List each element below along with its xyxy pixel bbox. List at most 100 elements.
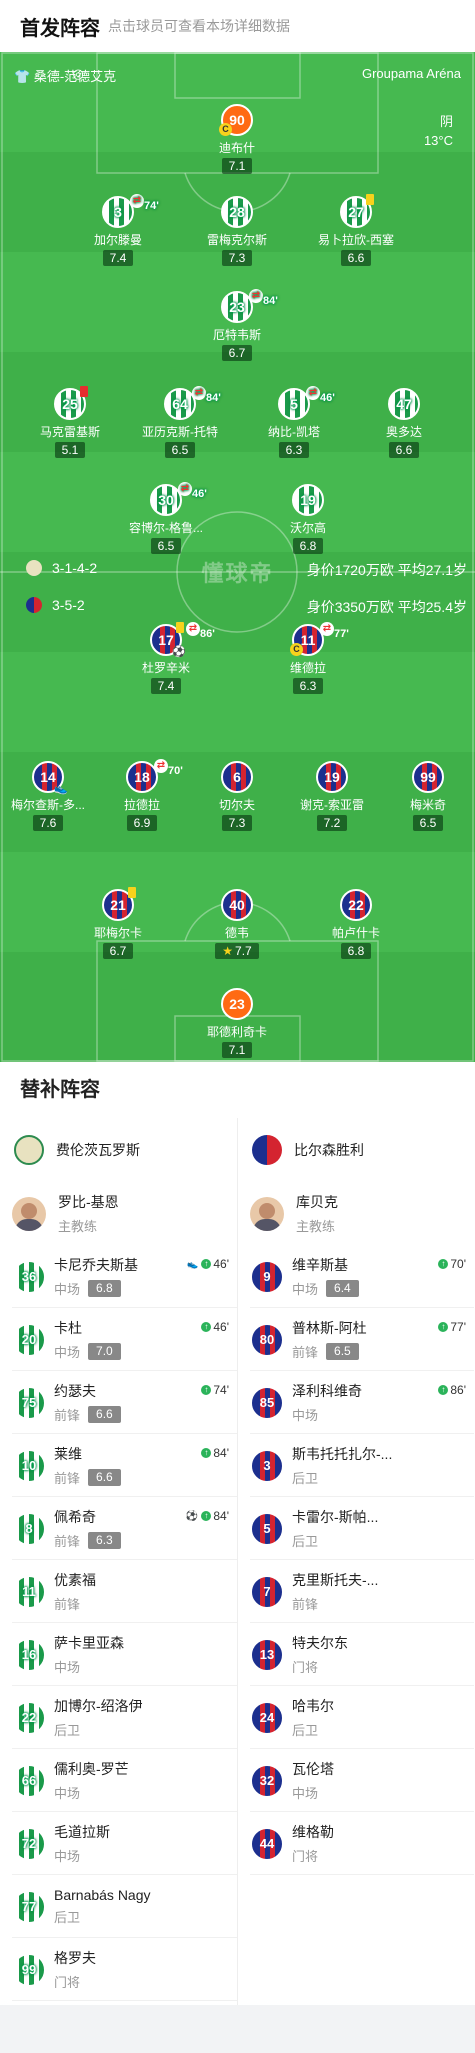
away-sub-row[interactable]: 85 泽利科维奇 中场 ↑ 86'	[238, 1371, 474, 1434]
sub-player-name: 萨卡里亚森	[54, 1635, 124, 1651]
home-player-4[interactable]: 23 ⇄ 84' 厄特韦斯 6.7	[177, 289, 297, 362]
away-player-7[interactable]: 21 耶梅尔卡 6.7	[58, 887, 178, 960]
home-player-2[interactable]: 28 雷梅克尔斯 7.3	[177, 196, 297, 267]
jersey-number: 11	[12, 1574, 46, 1609]
sub-out-time: 84'	[263, 295, 278, 307]
sub-out-time: 46'	[192, 488, 207, 500]
away-sub-row[interactable]: 24 哈韦尔 后卫	[238, 1686, 474, 1749]
sub-in-time: 70'	[450, 1257, 466, 1271]
shirt-icon: 👕	[14, 69, 31, 84]
away-sub-row[interactable]: 9 维辛斯基 中场 6.4 ↑ 70'	[238, 1245, 474, 1308]
home-team-logo-icon	[14, 1135, 44, 1165]
player-rating: 7.6	[32, 815, 64, 831]
away-sub-row[interactable]: 7 克里斯托夫-... 前锋	[238, 1560, 474, 1623]
jersey-number: 75	[12, 1385, 46, 1420]
away-sub-row[interactable]: 32 瓦伦塔 中场	[238, 1749, 474, 1812]
jersey-number: 99	[12, 1952, 46, 1987]
player-name: 耶德利奇卡	[206, 1025, 267, 1039]
sub-in-time: 86'	[450, 1383, 466, 1397]
home-sub-row[interactable]: 16 萨卡里亚森 中场	[0, 1623, 237, 1686]
home-sub-row[interactable]: 36 卡尼乔夫斯基 中场 6.8 👟 ↑ 46'	[0, 1245, 237, 1308]
home-sub-row[interactable]: 72 毛道拉斯 中场	[0, 1812, 237, 1875]
jersey-number: 66	[12, 1763, 46, 1798]
jersey-number: 32	[250, 1763, 284, 1798]
sub-player-position: 前锋	[292, 1345, 319, 1360]
home-player-7[interactable]: 5 ⇄ 46' 纳比-凯塔 6.3	[234, 386, 354, 459]
home-player-8[interactable]: 47 奥多达 6.6	[344, 388, 464, 459]
jersey-number: 6	[221, 761, 253, 793]
yellow-card-icon	[128, 887, 136, 898]
away-sub-row[interactable]: 13 特夫尔东 门将	[238, 1623, 474, 1686]
jersey-number: 28	[221, 196, 253, 228]
home-player-9[interactable]: 30 ⇄ 46' 容博尔-格鲁... 6.5	[106, 482, 226, 555]
sub-player-rating: 7.0	[88, 1343, 121, 1360]
away-sub-row[interactable]: 44 维格勒 门将	[238, 1812, 474, 1875]
home-sub-row[interactable]: 10 莱维 前锋 6.6 ↑ 84'	[0, 1434, 237, 1497]
sub-player-name: 儒利奥-罗芒	[54, 1761, 129, 1777]
away-sub-row[interactable]: 80 普林斯-阿杜 前锋 6.5 ↑ 77'	[238, 1308, 474, 1371]
sub-player-rating: 6.6	[88, 1469, 121, 1486]
away-sub-row[interactable]: 3 斯韦托托扎尔-... 后卫	[238, 1434, 474, 1497]
home-sub-row[interactable]: 99 格罗夫 门将	[0, 1938, 237, 2001]
player-rating: ★ 7.7	[215, 943, 259, 959]
sub-player-position: 门将	[54, 1975, 81, 1990]
sub-out-time: 84'	[206, 392, 221, 404]
jersey-number: 23	[221, 988, 253, 1020]
away-player-10[interactable]: 23 耶德利奇卡 7.1	[177, 988, 297, 1059]
home-subs-column: 费伦茨瓦罗斯 罗比-基恩 主教练 36 卡尼乔夫斯基 中场 6.8 👟 ↑ 46' 20 卡杜中…	[0, 1118, 237, 2005]
coach-avatar	[12, 1196, 46, 1231]
home-player-0[interactable]: 90 C 迪布什 7.1	[177, 104, 297, 175]
home-player-5[interactable]: 25 马克雷基斯 5.1	[10, 386, 130, 459]
sub-in-time: 46'	[213, 1320, 229, 1334]
captain-icon: C	[290, 643, 303, 656]
home-sub-row[interactable]: 11 优素福 前锋	[0, 1560, 237, 1623]
home-player-6[interactable]: 64 ⇄ 84' 亚历克斯-托特 6.5	[120, 386, 240, 459]
sub-in-icon: ↑	[201, 1448, 212, 1458]
stadium-icon: ◎	[72, 66, 84, 81]
player-name: 梅米奇	[409, 798, 446, 812]
home-sub-row[interactable]: 77 Barnabás Nagy 后卫	[0, 1875, 237, 1938]
away-player-1[interactable]: 11 ⇄ 77' C 维德拉 6.3	[248, 622, 368, 695]
home-player-10[interactable]: 19 沃尔高 6.8	[248, 484, 368, 555]
home-coach-row[interactable]: 罗比-基恩 主教练	[0, 1182, 237, 1245]
red-card-icon	[80, 386, 88, 397]
sub-out-time: 46'	[320, 392, 335, 404]
away-coach-row[interactable]: 库贝克 主教练	[238, 1182, 474, 1245]
jersey-number: 8	[12, 1511, 46, 1546]
sub-player-position: 后卫	[292, 1723, 319, 1738]
home-sub-row[interactable]: 20 卡杜 中场 7.0 ↑ 46'	[0, 1308, 237, 1371]
jersey-number: 64 ⇄ 84'	[164, 386, 221, 420]
home-team-row[interactable]: 费伦茨瓦罗斯	[0, 1118, 237, 1182]
away-player-8[interactable]: 40 德韦 ★ 7.7	[177, 889, 297, 960]
jersey-number: 40	[221, 889, 253, 921]
home-sub-row[interactable]: 22 加博尔-绍洛伊 后卫	[0, 1686, 237, 1749]
home-sub-row[interactable]: 66 儒利奥-罗芒 中场	[0, 1749, 237, 1812]
away-team-row[interactable]: 比尔森胜利	[238, 1118, 474, 1182]
sub-player-name: 普林斯-阿杜	[292, 1320, 367, 1336]
jersey-number: 3 ⇄ 74'	[102, 194, 159, 228]
home-player-1[interactable]: 3 ⇄ 74' 加尔滕曼 7.4	[58, 194, 178, 267]
away-player-6[interactable]: 99 梅米奇 6.5	[368, 761, 475, 832]
sub-player-name: 卡雷尔-斯帕...	[292, 1509, 379, 1525]
home-sub-row[interactable]: 75 约瑟夫 前锋 6.6 ↑ 74'	[0, 1371, 237, 1434]
lineup-header: 首发阵容 点击球员可查看本场详细数据	[0, 0, 475, 52]
pitch: 👕 桑德-范德艾克 ◎ Groupama Aréna 阴 13°C 懂球帝 3-1…	[0, 52, 475, 1062]
away-player-0[interactable]: 17 ⇄ 86' ⚽ 杜罗辛米 7.4	[106, 622, 226, 695]
jersey-number: 21	[102, 887, 136, 921]
jersey-number: 5	[250, 1511, 284, 1546]
sub-in-icon: ↑	[438, 1322, 449, 1332]
sub-player-name: 克里斯托夫-...	[292, 1572, 379, 1588]
away-sub-row[interactable]: 5 卡雷尔-斯帕... 后卫	[238, 1497, 474, 1560]
sub-out-time: 86'	[200, 628, 215, 640]
sub-player-name: 特夫尔东	[292, 1635, 348, 1651]
sub-player-position: 中场	[54, 1282, 81, 1297]
sub-in-icon: ↑	[438, 1259, 449, 1269]
player-name: 帕卢什卡	[331, 926, 380, 940]
sub-player-position: 前锋	[54, 1408, 81, 1423]
subs-panel: 费伦茨瓦罗斯 罗比-基恩 主教练 36 卡尼乔夫斯基 中场 6.8 👟 ↑ 46' 20 卡杜中…	[0, 1118, 475, 2005]
home-player-3[interactable]: 27 易卜拉欣-西塞 6.6	[296, 194, 416, 267]
player-rating: 6.9	[126, 815, 158, 831]
home-sub-row[interactable]: 8 佩希奇 前锋 6.3 ⚽ ↑ 84'	[0, 1497, 237, 1560]
away-player-9[interactable]: 22 帕卢什卡 6.8	[296, 889, 416, 960]
away-team-logo-icon	[252, 1135, 282, 1165]
